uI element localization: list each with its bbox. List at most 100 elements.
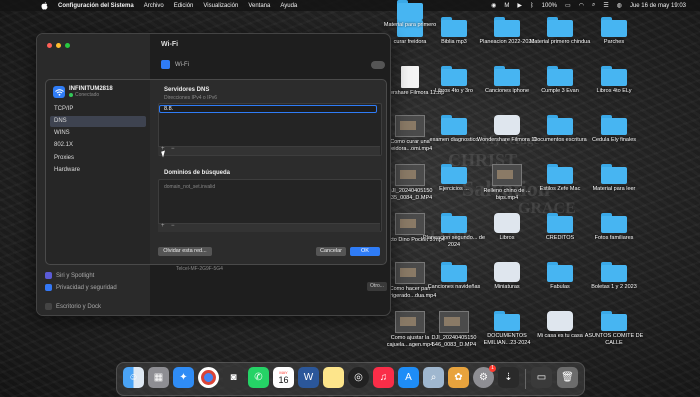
desktop-item-label: Boletas 1 y 2 2023 — [591, 284, 637, 290]
finder-icon[interactable]: ☺ — [123, 367, 144, 388]
remove-dns-button[interactable]: − — [171, 146, 175, 152]
sidebar-item-label: Siri y Spotlight — [56, 272, 95, 279]
wifi-toggle[interactable] — [371, 61, 385, 69]
quicktime-icon[interactable]: ◎ — [348, 367, 369, 388]
app-store-icon[interactable]: A — [398, 367, 419, 388]
calendar-icon[interactable]: MAY 16 — [273, 367, 294, 388]
menu-ayuda[interactable]: Ayuda — [280, 3, 297, 9]
chrome-icon[interactable] — [198, 367, 219, 388]
bluetooth-icon[interactable]: ᛒ — [530, 3, 534, 9]
desktop-item-label: Material para primero — [383, 22, 437, 28]
folder-icon — [547, 17, 573, 37]
cancel-button[interactable]: Cancelar — [316, 247, 346, 256]
search-domains-title: Dominios de búsqueda — [164, 170, 231, 176]
downloads-icon[interactable]: ⇣ — [498, 367, 519, 388]
menu-edicion[interactable]: Edición — [174, 3, 194, 9]
clock[interactable]: Jue 16 de may 19:03 — [630, 3, 686, 9]
other-button[interactable]: Otro... — [367, 282, 387, 291]
tab-dns[interactable]: DNS — [50, 116, 146, 127]
remove-domain-button[interactable]: − — [171, 223, 175, 229]
desktop-item[interactable]: Cedula Ely finales — [579, 115, 649, 144]
apple-menu-icon[interactable] — [40, 1, 49, 10]
notes-icon[interactable] — [323, 367, 344, 388]
menu-ventana[interactable]: Ventana — [248, 3, 270, 9]
add-domain-button[interactable]: + — [161, 223, 165, 229]
close-icon[interactable] — [47, 43, 52, 48]
folder-icon — [547, 66, 573, 86]
record-icon[interactable]: ◉ — [491, 2, 496, 9]
whatsapp-icon[interactable]: ✆ — [248, 367, 269, 388]
preview-icon[interactable]: ⌕ — [423, 367, 444, 388]
play-icon[interactable]: ▶ — [517, 2, 522, 9]
desktop-item[interactable]: Libros 4to ELy — [579, 66, 649, 95]
dock-icon — [45, 303, 52, 310]
sidebar-item-siri[interactable]: Siri y Spotlight — [45, 272, 94, 279]
folder-icon — [441, 262, 467, 282]
word-icon[interactable]: W — [298, 367, 319, 388]
menu-archivo[interactable]: Archivo — [144, 3, 164, 9]
minimized-window-icon[interactable]: ▭ — [531, 367, 552, 388]
app-menu[interactable]: Configuración del Sistema — [58, 3, 134, 9]
search-icon[interactable]: ⌕ — [592, 2, 595, 9]
dns-server-input[interactable] — [159, 105, 377, 113]
battery-icon[interactable]: ▭ — [565, 2, 571, 9]
desktop-item[interactable]: Parches — [579, 17, 649, 46]
forget-network-button[interactable]: Olvidar esta red... — [158, 247, 212, 256]
folder-icon — [397, 0, 423, 20]
menu-visualizacion[interactable]: Visualización — [203, 3, 238, 9]
connected-dot-icon — [69, 93, 73, 97]
trash-icon[interactable]: 🗑 — [557, 367, 578, 388]
folder-icon — [494, 311, 520, 331]
window-title: Wi-Fi — [161, 41, 179, 48]
desktop-item-label: ASUNTOS COMITE DE CALLE — [584, 333, 644, 346]
tab-tcpip[interactable]: TCP/IP — [50, 104, 146, 115]
gmail-icon[interactable]: M — [504, 3, 509, 9]
video-thumbnail-icon — [439, 311, 469, 333]
safari-icon[interactable]: ✦ — [173, 367, 194, 388]
tab-wins[interactable]: WINS — [50, 128, 146, 139]
network-status: Conectado — [69, 92, 113, 98]
folder-icon — [441, 164, 467, 184]
photos-icon[interactable]: ✿ — [448, 367, 469, 388]
music-icon[interactable]: ♫ — [373, 367, 394, 388]
photo-booth-icon[interactable]: ◙ — [223, 367, 244, 388]
desktop-item[interactable]: Boletas 1 y 2 2023 — [579, 262, 649, 291]
desktop-item-label: Fotos familiares — [594, 235, 634, 241]
folder-icon — [441, 115, 467, 135]
folder-icon — [441, 66, 467, 86]
launchpad-icon[interactable]: ▦ — [148, 367, 169, 388]
tab-8021x[interactable]: 802.1X — [50, 140, 146, 151]
menu-bar: Configuración del Sistema Archivo Edició… — [0, 0, 700, 11]
folder-icon — [601, 213, 627, 233]
app-icon — [547, 311, 573, 331]
desktop-item[interactable]: Material para primero — [375, 0, 445, 29]
minimize-icon[interactable] — [56, 43, 61, 48]
desktop-item-label: Material para leer — [592, 186, 636, 192]
system-settings-icon[interactable]: ⚙ 1 — [473, 365, 496, 388]
folder-icon — [601, 164, 627, 184]
tab-proxies[interactable]: Proxies — [50, 153, 146, 164]
zip-file-icon — [401, 66, 419, 88]
video-thumbnail-icon — [492, 164, 522, 186]
wifi-row: Wi-Fi — [161, 60, 189, 69]
sidebar-item-privacy[interactable]: Privacidad y seguridad — [45, 284, 117, 291]
calendar-day: 16 — [278, 375, 289, 385]
zoom-icon[interactable] — [65, 43, 70, 48]
folder-icon — [441, 213, 467, 233]
folder-icon — [547, 262, 573, 282]
sidebar-item-desktop[interactable]: Escritorio y Dock — [45, 303, 101, 310]
desktop-item[interactable]: Fotos familiares — [579, 213, 649, 242]
wifi-icon — [53, 86, 65, 98]
desktop-item[interactable]: Material para leer — [579, 164, 649, 193]
tab-hardware[interactable]: Hardware — [50, 165, 146, 176]
search-domain-entry[interactable]: domain_not_set.invalid — [164, 184, 215, 190]
ok-button[interactable]: OK — [350, 247, 380, 256]
wifi-icon — [161, 60, 170, 69]
desktop-item[interactable]: ASUNTOS COMITE DE CALLE — [579, 311, 649, 346]
siri-icon — [45, 272, 52, 279]
sidebar-item-label: Escritorio y Dock — [56, 303, 102, 310]
control-center-icon[interactable]: ☰ — [603, 2, 608, 9]
siri-icon[interactable]: ◍ — [617, 2, 622, 9]
wifi-icon[interactable]: ◠ — [579, 2, 584, 9]
folder-icon — [601, 262, 627, 282]
